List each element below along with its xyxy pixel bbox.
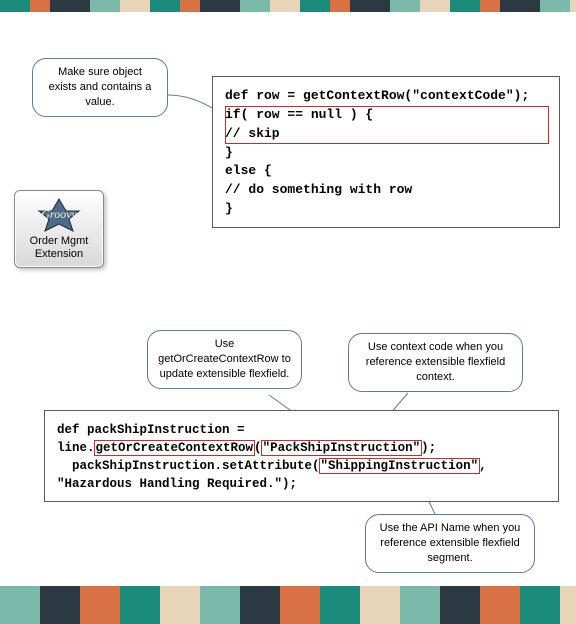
code-line: } <box>225 201 233 216</box>
code-line: // do something with row <box>225 182 412 197</box>
decorative-banner-top <box>0 0 576 12</box>
code-line: line.getOrCreateContextRow("PackShipInst… <box>57 441 436 455</box>
highlight-context-code: "PackShipInstruction" <box>262 441 422 455</box>
callout-api-name: Use the API Name when you reference exte… <box>365 514 535 573</box>
highlight-api-name: "ShippingInstruction" <box>320 459 480 473</box>
code-block-null-check: def row = getContextRow("contextCode"); … <box>212 76 560 228</box>
code-block-packship: def packShipInstruction = line.getOrCrea… <box>44 410 559 502</box>
callout-context-code: Use context code when you reference exte… <box>348 333 523 392</box>
code-line: packShipInstruction.setAttribute("Shippi… <box>57 459 487 473</box>
decorative-banner-bottom <box>0 584 576 624</box>
code-line: } <box>225 145 233 160</box>
code-line: "Hazardous Handling Required."); <box>57 477 297 491</box>
svg-text:Groovy: Groovy <box>41 207 77 221</box>
star-icon: Groovy <box>27 197 91 233</box>
badge-label: Order Mgmt Extension <box>19 235 99 261</box>
callout-getorcreate: Use getOrCreateContextRow to update exte… <box>147 330 302 389</box>
code-line: else { <box>225 163 272 178</box>
highlight-method: getOrCreateContextRow <box>95 441 255 455</box>
highlighted-null-check: if( row == null ) { // skip <box>225 106 549 144</box>
code-line: def packShipInstruction = <box>57 423 245 437</box>
code-line: def row = getContextRow("contextCode"); <box>225 88 529 103</box>
groovy-badge: Groovy Order Mgmt Extension <box>14 190 104 268</box>
callout-object-exists: Make sure object exists and contains a v… <box>32 58 168 117</box>
